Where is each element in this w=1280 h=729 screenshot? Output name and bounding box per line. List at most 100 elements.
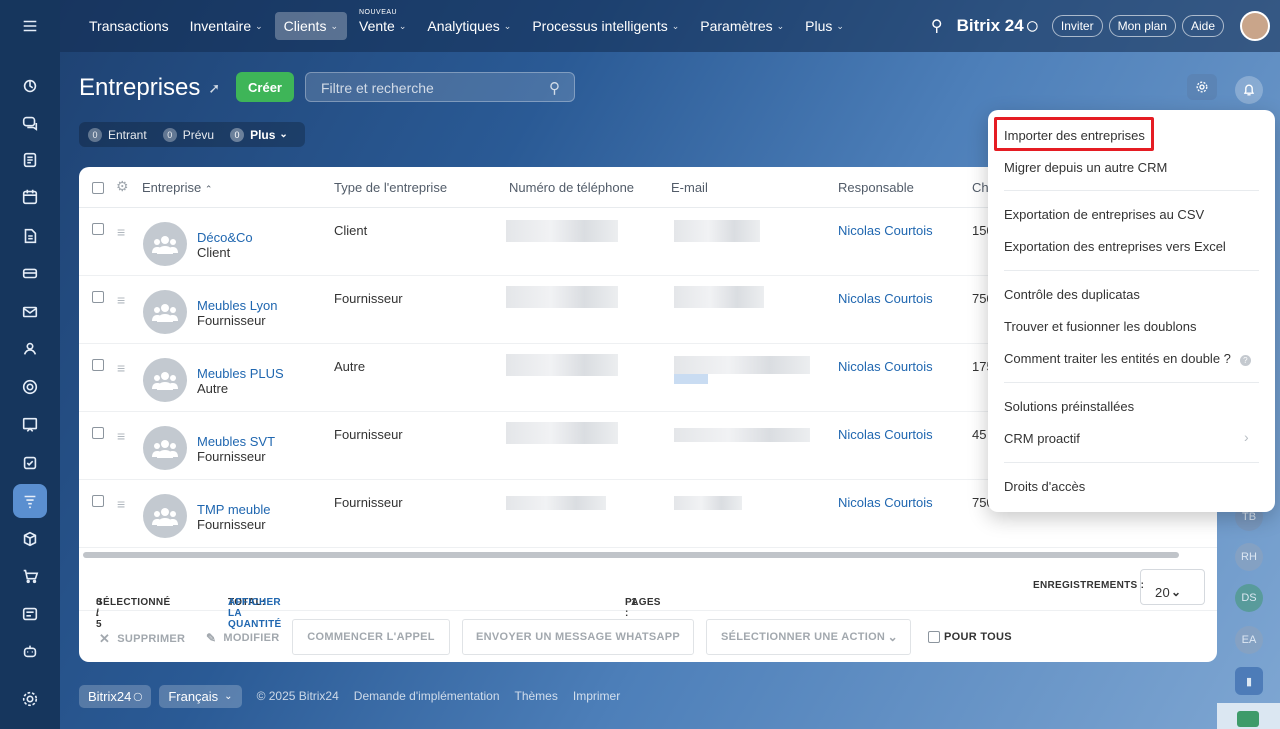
settings-rail-icon[interactable] [13, 682, 47, 716]
menu-item-access-rights[interactable]: Droits d'accès [1004, 479, 1085, 494]
sites-icon[interactable] [13, 370, 47, 404]
gear-icon[interactable]: ⚙ [116, 178, 129, 195]
horizontal-scrollbar[interactable] [83, 552, 1179, 558]
responsible-link[interactable]: Nicolas Courtois [838, 223, 933, 238]
nav-clients[interactable]: Clients ⌄ [274, 12, 347, 40]
column-header-type[interactable]: Type de l'entreprise [334, 180, 447, 195]
contacts-icon[interactable] [13, 332, 47, 366]
bitrix-brand-chip[interactable]: Bitrix24 ◯ [79, 684, 152, 708]
row-checkbox[interactable] [92, 359, 104, 371]
catalog-icon[interactable] [13, 522, 47, 556]
checkbox[interactable] [928, 631, 940, 643]
help-icon[interactable]: ? [1239, 355, 1251, 366]
delete-button[interactable]: ✕ SUPPRIMER [99, 631, 185, 647]
edit-button[interactable]: ✎ MODIFIER [206, 631, 280, 645]
column-header-phone[interactable]: Numéro de téléphone [509, 180, 634, 195]
create-button[interactable]: Créer [236, 72, 294, 102]
brand-logo[interactable]: Bitrix 24 ◯ [957, 16, 1038, 36]
implementation-link[interactable]: Demande d'implémentation [354, 689, 500, 703]
nav-plus[interactable]: Plus ⌄ [796, 12, 853, 40]
avatar[interactable]: RH [1235, 543, 1263, 571]
counter-prevu[interactable]: 0 Prévu [162, 127, 214, 142]
drive-icon[interactable] [13, 256, 47, 290]
responsible-link[interactable]: Nicolas Courtois [838, 359, 933, 374]
user-avatar[interactable] [1240, 11, 1270, 41]
bookmark-icon[interactable]: ▮ [1235, 667, 1263, 695]
notifications-button[interactable] [1235, 76, 1263, 104]
column-header-extra[interactable]: Ch [972, 180, 989, 195]
search-input[interactable]: Filtre et recherche ⚲ [305, 72, 575, 102]
company-name-link[interactable]: Meubles SVT [197, 434, 275, 449]
counter-plus[interactable]: 0 Plus ⌄ [230, 127, 288, 142]
search-icon[interactable]: ⚲ [931, 16, 943, 36]
tasks-icon[interactable] [13, 446, 47, 480]
avatar[interactable]: DS [1235, 584, 1263, 612]
nav-inventaire[interactable]: Inventaire ⌄ [181, 12, 272, 40]
feed-icon[interactable] [13, 143, 47, 177]
language-select[interactable]: Français ⌄ [159, 684, 242, 708]
nav-parametres[interactable]: Paramètres ⌄ [691, 12, 793, 40]
records-per-page-select[interactable]: 20 ⌄ [1140, 569, 1205, 605]
plan-button[interactable]: Mon plan [1108, 15, 1176, 37]
nav-label: Clients [283, 18, 327, 34]
row-checkbox[interactable] [92, 291, 104, 303]
shop-icon[interactable] [13, 559, 47, 593]
drag-handle-icon[interactable]: ≡ [117, 360, 125, 376]
calendar-icon[interactable] [13, 180, 47, 214]
activity-icon[interactable] [13, 69, 47, 103]
select-action-dropdown[interactable]: SÉLECTIONNER UNE ACTION ⌄ [706, 619, 911, 655]
row-checkbox[interactable] [92, 427, 104, 439]
column-header-responsible[interactable]: Responsable [838, 180, 914, 195]
menu-item-export-csv[interactable]: Exportation de entreprises au CSV [1004, 207, 1204, 222]
company-name-link[interactable]: Déco&Co [197, 230, 253, 245]
drag-handle-icon[interactable]: ≡ [117, 428, 125, 444]
company-name-link[interactable]: TMP meuble [197, 502, 270, 517]
themes-link[interactable]: Thèmes [515, 689, 558, 703]
crm-icon[interactable] [13, 484, 47, 518]
company-name-link[interactable]: Meubles Lyon [197, 298, 277, 313]
robot-icon[interactable] [13, 634, 47, 668]
nav-processus[interactable]: Processus intelligents ⌄ [523, 12, 688, 40]
nav-analytiques[interactable]: Analytiques ⌄ [418, 12, 520, 40]
marketing-icon[interactable] [13, 597, 47, 631]
column-header-company[interactable]: Entreprise ⌃ [142, 180, 212, 195]
counter-entrant[interactable]: 0 Entrant [88, 127, 147, 142]
select-all-checkbox[interactable] [92, 182, 104, 194]
help-button[interactable]: Aide [1181, 15, 1224, 37]
row-checkbox[interactable] [92, 223, 104, 235]
menu-item-export-excel[interactable]: Exportation des entreprises vers Excel [1004, 239, 1226, 254]
menu-item-preinstalled[interactable]: Solutions préinstallées [1004, 399, 1134, 414]
start-call-button[interactable]: COMMENCER L'APPEL [292, 619, 450, 655]
page-number[interactable]: 1 [631, 597, 637, 608]
nav-transactions[interactable]: Transactions [80, 12, 178, 40]
document-icon[interactable] [13, 219, 47, 253]
menu-icon[interactable] [13, 9, 47, 43]
menu-item-duplicates-control[interactable]: Contrôle des duplicatas [1004, 287, 1140, 302]
for-all-checkbox[interactable]: POUR TOUS [928, 631, 1012, 643]
responsible-link[interactable]: Nicolas Courtois [838, 427, 933, 442]
menu-item-proactive-crm[interactable]: CRM proactif [1004, 431, 1080, 446]
menu-item-merge-duplicates[interactable]: Trouver et fusionner les doublons [1004, 319, 1196, 334]
drag-handle-icon[interactable]: ≡ [117, 292, 125, 308]
row-checkbox[interactable] [92, 495, 104, 507]
pin-icon[interactable]: ➚ [208, 80, 220, 97]
menu-item-migrate[interactable]: Migrer depuis un autre CRM [1004, 160, 1167, 175]
chat-icon[interactable] [13, 106, 47, 140]
drag-handle-icon[interactable]: ≡ [117, 224, 125, 240]
nav-vente[interactable]: NOUVEAU Vente ⌄ [350, 9, 415, 40]
menu-item-duplicates-help[interactable]: Comment traiter les entités en double ?? [1004, 351, 1251, 366]
settings-gear-button[interactable] [1187, 74, 1217, 100]
responsible-link[interactable]: Nicolas Courtois [838, 495, 933, 510]
drag-handle-icon[interactable]: ≡ [117, 496, 125, 512]
print-link[interactable]: Imprimer [573, 689, 620, 703]
presentation-icon[interactable] [13, 408, 47, 442]
whatsapp-button[interactable]: ENVOYER UN MESSAGE WHATSAPP [462, 619, 694, 655]
search-icon[interactable]: ⚲ [549, 79, 560, 97]
avatar[interactable]: EA [1235, 626, 1263, 654]
company-name-link[interactable]: Meubles PLUS [197, 366, 284, 381]
responsible-link[interactable]: Nicolas Courtois [838, 291, 933, 306]
column-header-email[interactable]: E-mail [671, 180, 708, 195]
mail-icon[interactable] [13, 295, 47, 329]
invite-button[interactable]: Inviter [1051, 15, 1103, 37]
chat-widget[interactable] [1217, 703, 1280, 729]
